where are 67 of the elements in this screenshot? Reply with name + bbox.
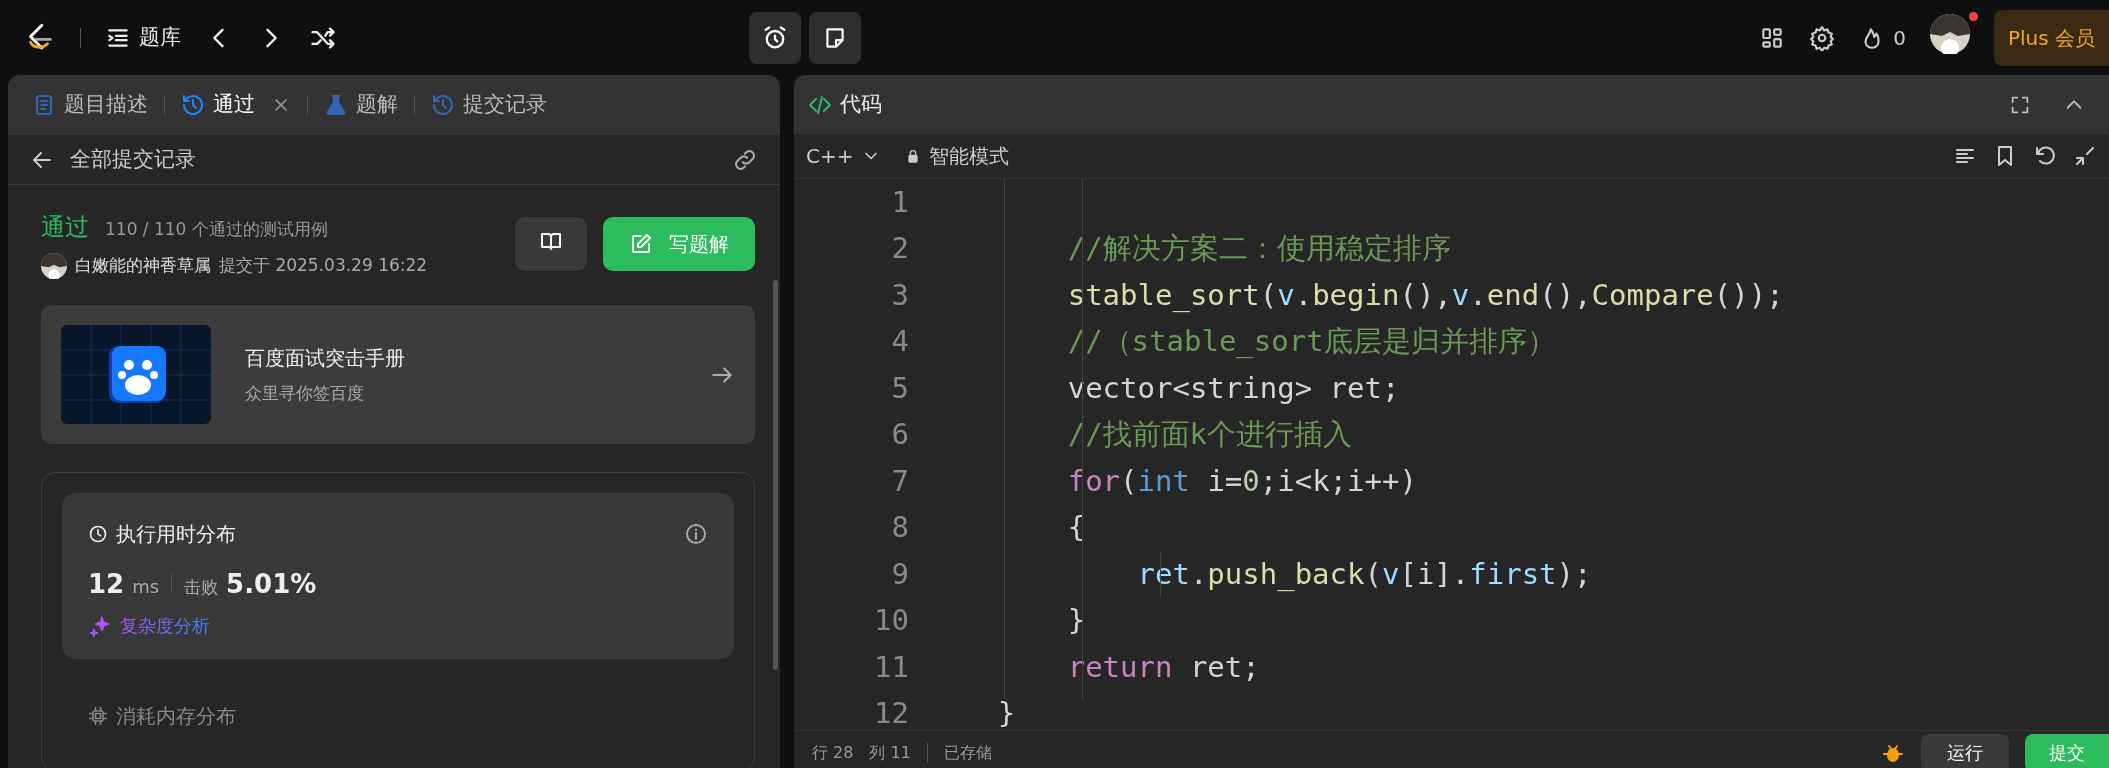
- line-number: 8: [890, 509, 909, 547]
- runtime-card[interactable]: 执行用时分布 12 ms 击败 5.01% 复杂度分析: [62, 493, 734, 659]
- submission-status: 通过: [41, 212, 89, 243]
- problem-list-link[interactable]: 题库: [105, 21, 181, 54]
- code-line: //找前面k个进行插入: [1067, 417, 1353, 452]
- timer-button[interactable]: [749, 11, 801, 64]
- code-line: {: [1067, 510, 1086, 545]
- code-line: for(int i=0;i<k;i++): [1067, 463, 1417, 498]
- save-status: 已存储: [943, 741, 992, 764]
- runtime-title: 执行用时分布: [116, 521, 236, 548]
- streak-count: 0: [1893, 24, 1906, 52]
- memory-title: 消耗内存分布: [116, 703, 236, 730]
- line-number: 6: [890, 416, 909, 454]
- info-icon[interactable]: [684, 522, 708, 546]
- beat-percent: 5.01%: [226, 568, 317, 601]
- edit-icon: [629, 232, 653, 256]
- history-icon: [431, 93, 455, 117]
- code-line: //（stable_sort底层是归并排序）: [1067, 324, 1556, 359]
- scrollbar[interactable]: [773, 280, 778, 670]
- runtime-value: 12: [88, 568, 125, 601]
- code-line: }: [997, 696, 1016, 730]
- test-count: 110 / 110 个通过的测试用例: [105, 218, 328, 241]
- line-number: 12: [873, 695, 909, 730]
- history-icon: [181, 93, 205, 117]
- run-button[interactable]: 运行: [1921, 733, 2009, 768]
- line-number: 1: [890, 183, 909, 221]
- line-number: 5: [890, 369, 909, 407]
- note-button[interactable]: [809, 11, 861, 64]
- promo-card[interactable]: 百度面试突击手册 众里寻你签百度: [41, 305, 755, 444]
- language-dropdown[interactable]: C++: [806, 140, 882, 171]
- back-link[interactable]: 全部提交记录: [70, 143, 196, 176]
- read-button[interactable]: [515, 217, 587, 271]
- submit-time: 提交于 2025.03.29 16:22: [219, 254, 428, 278]
- code-line: stable_sort(v.begin(),v.end(),Compare());: [1067, 277, 1784, 312]
- plus-button[interactable]: Plus 会员: [1993, 9, 2109, 66]
- code-line: }: [1067, 603, 1086, 638]
- mode-label: 智能模式: [905, 140, 1010, 171]
- user-avatar: [1929, 14, 1970, 54]
- runtime-unit: ms: [132, 575, 160, 599]
- user-avatar: [41, 253, 67, 279]
- code-line: ret.push_back(v[i].first);: [1137, 556, 1592, 591]
- beat-label: 击败: [184, 576, 219, 599]
- flask-icon: [324, 93, 348, 117]
- cursor-column: 列 11: [869, 740, 911, 765]
- cursor-row-text: 行 28: [812, 741, 854, 764]
- line-number: 3: [890, 276, 909, 314]
- panel-tab[interactable]: 通过: [181, 89, 255, 121]
- line-number: 10: [873, 602, 909, 640]
- line-number: 2: [890, 230, 909, 268]
- line-number: 7: [890, 462, 909, 500]
- editor-title: 代码: [840, 90, 882, 118]
- streak-counter[interactable]: 0: [1859, 22, 1906, 53]
- settings-icon[interactable]: [1809, 24, 1836, 51]
- user-name[interactable]: 白嫩能的神香草属: [75, 253, 211, 279]
- line-number: 9: [890, 555, 909, 593]
- promo-subtitle: 众里寻你签百度: [245, 381, 365, 405]
- line-number: 11: [873, 648, 909, 686]
- chip-icon: [88, 706, 108, 726]
- code-line: //解决方案二：使用稳定排序: [1067, 231, 1451, 266]
- panel-tab[interactable]: 题目描述: [32, 89, 148, 121]
- code-line: vector<string> ret;: [1067, 370, 1400, 405]
- code-line: return ret;: [1067, 649, 1260, 684]
- promo-title: 百度面试突击手册: [245, 344, 405, 372]
- panel-tab[interactable]: 提交记录: [431, 89, 547, 121]
- line-number: 4: [890, 323, 909, 361]
- clock-icon: [88, 524, 108, 544]
- panel-tab[interactable]: 题解: [324, 89, 398, 121]
